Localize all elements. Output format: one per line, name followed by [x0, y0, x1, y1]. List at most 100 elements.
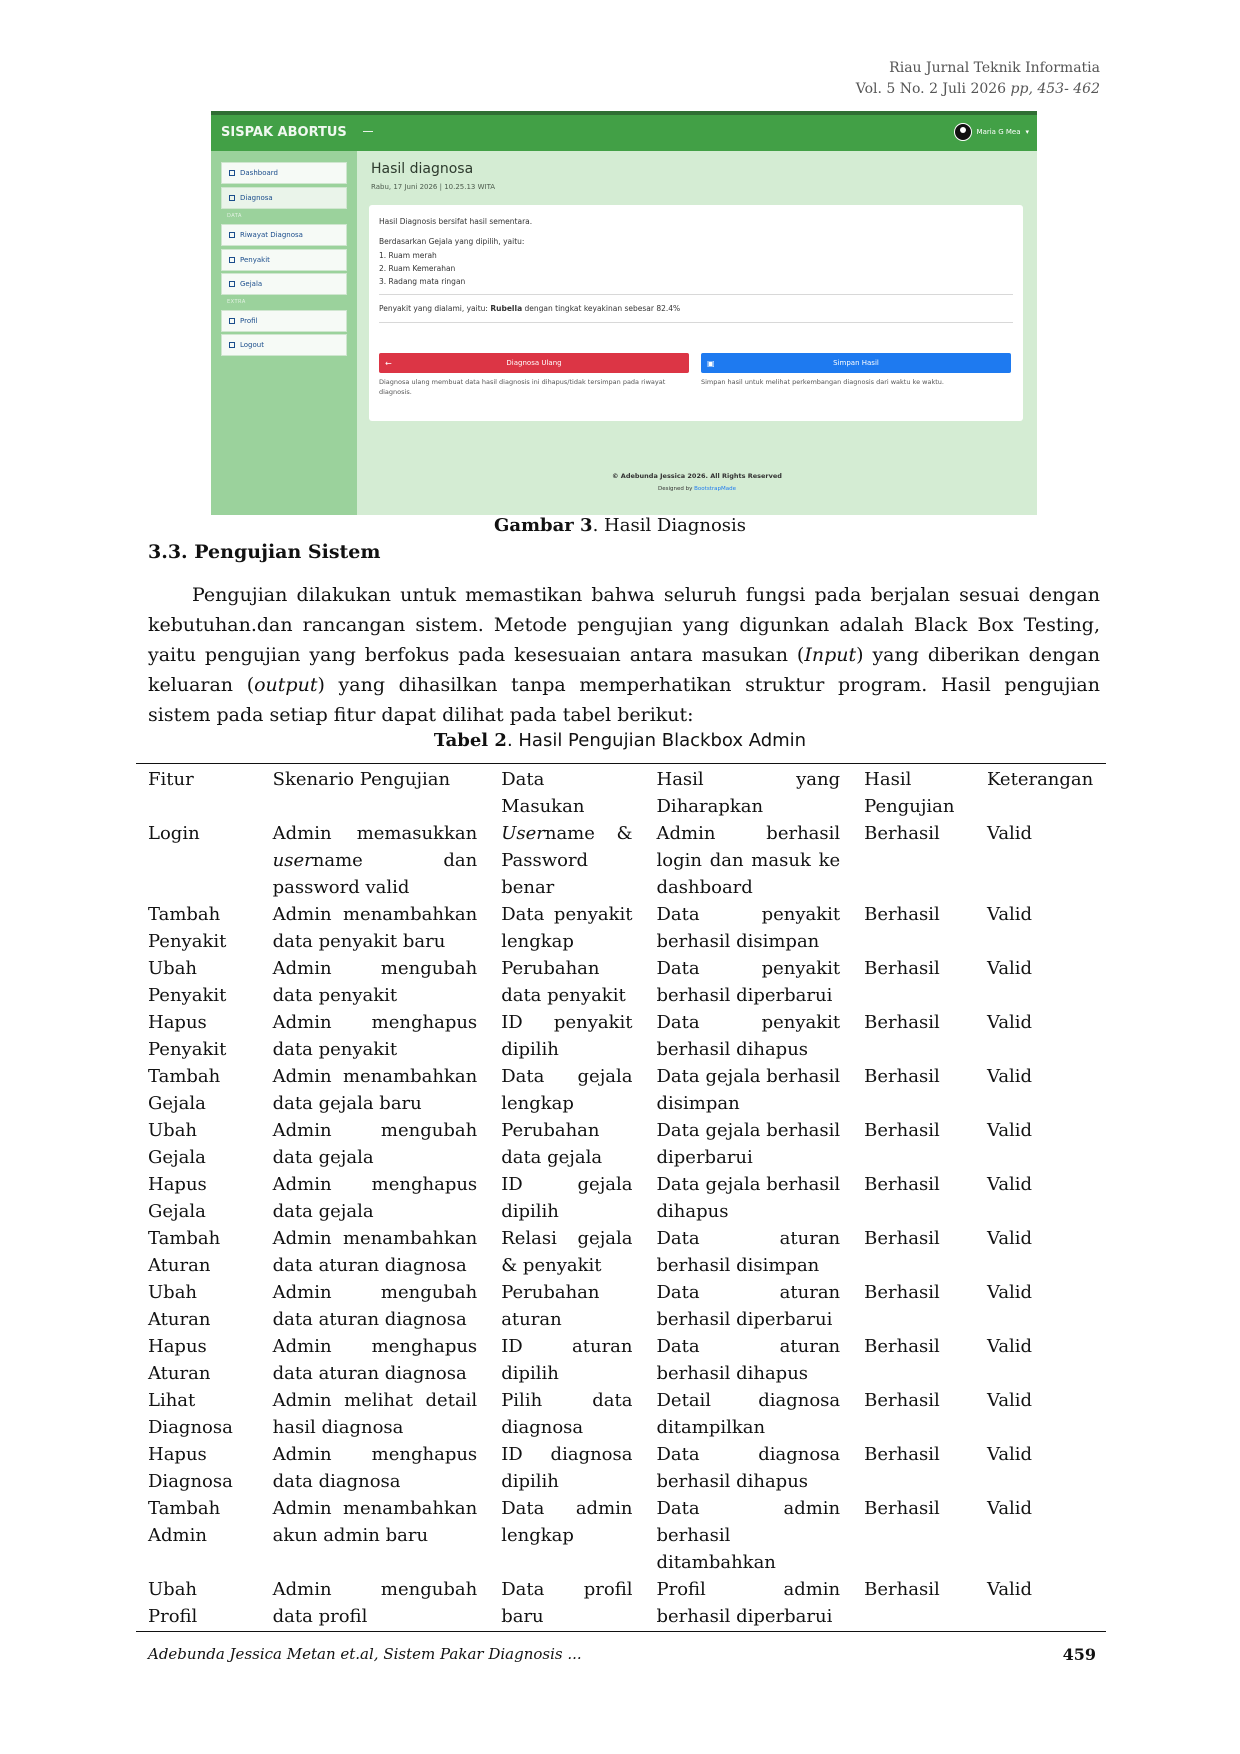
nav-label: Logout	[240, 341, 264, 349]
cell-hasil: Berhasil	[864, 1390, 940, 1411]
col-header: Hasil yang Diharapkan	[644, 763, 853, 820]
cell-harapan: Data admin berhasil ditambahkan	[656, 1498, 841, 1573]
retry-label: Diagnosa Ulang	[506, 359, 562, 367]
nav-label: Profil	[240, 317, 258, 325]
figure-caption: Gambar 3. Hasil Diagnosis	[0, 515, 1240, 536]
credit-prefix: Designed by	[658, 486, 693, 492]
section-title: 3.3. Pengujian Sistem	[148, 541, 381, 563]
cell-keterangan: Valid	[986, 1066, 1033, 1087]
cell-harapan: Data gejala berhasil disimpan	[656, 1066, 841, 1114]
para-italic: Input	[804, 644, 857, 666]
app-copyright: © Adebunda Jessica 2026. All Rights Rese…	[612, 472, 782, 480]
cell-fitur: Tambah Penyakit	[148, 904, 227, 952]
table-row: Ubah Gejala Admin mengubah data gejala Per…	[136, 1117, 1106, 1171]
cell-keterangan: Valid	[986, 1228, 1033, 1249]
body-paragraph: Pengujian dilakukan untuk memastikan bah…	[148, 580, 1100, 730]
cell-data: Relasi gejala & penyakit	[501, 1228, 633, 1276]
user-name: Maria G Mea	[976, 128, 1021, 136]
arrow-left-icon: ←	[385, 358, 392, 368]
cell-data: Username & Password benar	[489, 820, 644, 901]
user-icon	[229, 318, 235, 324]
nav-label: Gejala	[240, 280, 263, 288]
result-prefix: Penyakit yang dialami, yaitu:	[379, 304, 488, 313]
avatar-icon	[953, 123, 972, 141]
cell-skenario: Admin mengubah data penyakit	[272, 958, 478, 1006]
cell-hasil: Berhasil	[864, 1228, 940, 1249]
table-header-row: Fitur Skenario Pengujian Data Masukan Ha…	[136, 763, 1106, 820]
running-header: Riau Jurnal Teknik Informatia Vol. 5 No.…	[856, 58, 1100, 100]
file-icon	[229, 195, 235, 201]
cell-harapan: Data aturan berhasil dihapus	[656, 1336, 841, 1384]
cell-fitur: Tambah Admin	[148, 1498, 221, 1546]
result-disease: Rubella	[490, 304, 523, 313]
nav-label: Diagnosa	[240, 194, 273, 202]
nav-label: Riwayat Diagnosa	[240, 231, 303, 239]
cell-hasil: Berhasil	[864, 1444, 940, 1465]
nav-heading-data: DATA	[227, 213, 242, 219]
cell-skenario: Admin menambahkan akun admin baru	[272, 1498, 478, 1546]
notice-text: Hasil Diagnosis bersifat hasil sementara…	[379, 217, 533, 226]
cell-italic: User	[501, 823, 545, 844]
table-label: Tabel 2	[433, 730, 507, 751]
cell-data: Perubahan aturan	[501, 1282, 600, 1330]
page-range: pp, 453- 462	[1010, 81, 1100, 97]
logout-icon	[229, 342, 235, 348]
cell-skenario: Admin menambahkan data aturan diagnosa	[272, 1228, 478, 1276]
cell-keterangan: Valid	[986, 958, 1033, 979]
app-credit: Designed by BootstrapMade	[357, 486, 1037, 492]
cell-hasil: Berhasil	[864, 1066, 940, 1087]
nav-label: Dashboard	[240, 169, 278, 177]
divider	[379, 294, 1013, 295]
cell-data: Data profil baru	[489, 1576, 645, 1632]
col-header: Data Masukan	[489, 763, 645, 820]
nav-label: Penyakit	[240, 256, 270, 264]
footer-authors: Adebunda Jessica Metan et.al, Sistem Pak…	[148, 1645, 582, 1663]
table-caption-text: . Hasil Pengujian Blackbox Admin	[506, 730, 807, 751]
cell-harapan: Admin berhasil login dan masuk ke dashbo…	[656, 823, 841, 898]
result-suffix: dengan tingkat keyakinan sebesar 82.4%	[524, 304, 681, 313]
cell-skenario: Admin menghapus data aturan diagnosa	[272, 1336, 478, 1384]
cell-hasil: Berhasil	[864, 1120, 940, 1141]
table-row: Hapus Penyakit Admin menghapus data penya…	[136, 1009, 1106, 1063]
diagnosis-screenshot: SISPAK ABORTUS Maria G Mea ▾ Dashboard Di…	[211, 111, 1037, 515]
credit-link: BootstrapMade	[694, 486, 736, 492]
table-row: Ubah Profil Admin mengubah data profil Dat…	[136, 1576, 1106, 1632]
cell-keterangan: Valid	[986, 1444, 1033, 1465]
cell-text: Admin memasukkan	[272, 823, 478, 844]
nav-penyakit: Penyakit	[221, 249, 347, 271]
cell-harapan: Data diagnosa berhasil dihapus	[656, 1444, 841, 1492]
cell-harapan: Data aturan berhasil disimpan	[656, 1228, 841, 1276]
app-date: Rabu, 17 Juni 2026 | 10.25.13 WITA	[371, 183, 496, 191]
cell-fitur: Hapus Diagnosa	[148, 1444, 233, 1492]
cell-hasil: Berhasil	[864, 823, 940, 844]
cell-data: ID gejala dipilih	[501, 1174, 633, 1222]
cell-harapan: Profil admin berhasil diperbarui	[644, 1576, 853, 1632]
table-row: Hapus Gejala Admin menghapus data gejala I…	[136, 1171, 1106, 1225]
col-header: Keterangan	[974, 763, 1106, 820]
nav-riwayat: Riwayat Diagnosa	[221, 224, 347, 246]
cell-harapan: Data gejala berhasil diperbarui	[656, 1120, 841, 1168]
cell-skenario: Admin menghapus data penyakit	[272, 1012, 478, 1060]
cell-fitur: Tambah Gejala	[148, 1066, 221, 1114]
cell-italic: user	[272, 850, 313, 871]
file-icon	[229, 281, 235, 287]
grid-icon	[229, 170, 235, 176]
cell-fitur: Hapus Aturan	[148, 1336, 211, 1384]
app-brand: SISPAK ABORTUS	[221, 125, 347, 140]
cell-data: ID diagnosa dipilih	[501, 1444, 633, 1492]
cell-hasil: Berhasil	[864, 1336, 940, 1357]
cell-skenario: Admin mengubah data aturan diagnosa	[272, 1282, 478, 1330]
user-menu: Maria G Mea ▾	[953, 123, 1029, 141]
cell-keterangan: Valid	[986, 1012, 1033, 1033]
save-icon: ▣	[707, 358, 715, 368]
cell-fitur: Ubah Profil	[136, 1576, 261, 1632]
cell-data: Pilih data diagnosa	[501, 1390, 633, 1438]
divider	[379, 322, 1013, 323]
cell-skenario: Admin mengubah data profil	[260, 1576, 490, 1632]
save-note: Simpan hasil untuk melihat perkembangan …	[701, 378, 944, 386]
table-caption: Tabel 2. Hasil Pengujian Blackbox Admin	[0, 730, 1240, 751]
file-icon	[229, 232, 235, 238]
cell-harapan: Data penyakit berhasil dihapus	[656, 1012, 841, 1060]
cell-fitur: Ubah Penyakit	[148, 958, 227, 1006]
cell-keterangan: Valid	[986, 1282, 1033, 1303]
